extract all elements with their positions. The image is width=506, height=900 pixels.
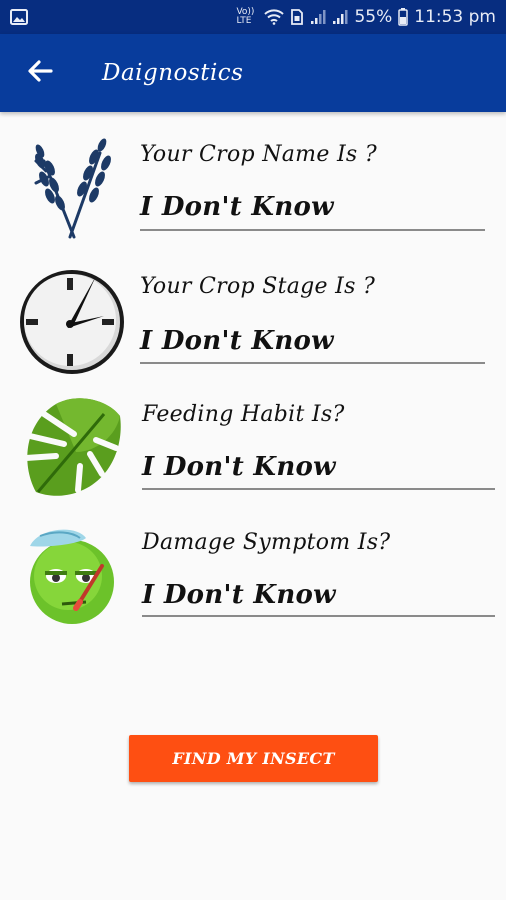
wheat-icon xyxy=(16,132,128,244)
app-bar: Daignostics xyxy=(0,34,506,112)
crop-name-field[interactable]: Your Crop Name Is ? I Don't Know xyxy=(0,132,506,252)
wifi-icon xyxy=(264,9,285,25)
feeding-habit-value[interactable]: I Don't Know xyxy=(142,452,336,482)
damage-symptom-question: Damage Symptom Is? xyxy=(142,530,391,555)
feeding-habit-field[interactable]: Feeding Habit Is? I Don't Know xyxy=(0,392,506,512)
crop-stage-question: Your Crop Stage Is ? xyxy=(140,274,376,299)
crop-name-value[interactable]: I Don't Know xyxy=(140,192,334,222)
page-title: Daignostics xyxy=(102,60,244,86)
arrow-left-icon xyxy=(27,60,53,86)
clock-time: 11:53 pm xyxy=(414,7,496,27)
crop-name-question: Your Crop Name Is ? xyxy=(140,142,377,167)
crop-stage-underline xyxy=(140,362,485,364)
leaf-icon xyxy=(16,392,128,504)
feeding-habit-question: Feeding Habit Is? xyxy=(142,402,345,427)
clock-icon xyxy=(16,264,128,376)
crop-stage-field[interactable]: Your Crop Stage Is ? I Don't Know xyxy=(0,264,506,384)
signal-icon xyxy=(332,9,348,25)
crop-name-underline xyxy=(140,229,485,231)
damage-symptom-field[interactable]: Damage Symptom Is? I Don't Know xyxy=(0,520,506,640)
crop-stage-value[interactable]: I Don't Know xyxy=(140,326,334,356)
image-icon xyxy=(10,9,28,25)
damage-symptom-value[interactable]: I Don't Know xyxy=(142,580,336,610)
network-type-label: Vo)) LTE xyxy=(236,7,255,26)
damage-symptom-underline xyxy=(142,615,495,617)
battery-icon xyxy=(398,8,408,26)
signal-icon xyxy=(310,9,326,25)
find-my-insect-button[interactable]: FIND MY INSECT xyxy=(129,735,378,782)
sim-icon xyxy=(290,9,304,25)
back-button[interactable] xyxy=(20,53,60,93)
feeding-habit-underline xyxy=(142,488,495,490)
battery-percent: 55% xyxy=(354,7,393,27)
sick-face-icon xyxy=(16,520,128,632)
status-bar: Vo)) LTE 55% 11:53 pm xyxy=(0,0,506,34)
